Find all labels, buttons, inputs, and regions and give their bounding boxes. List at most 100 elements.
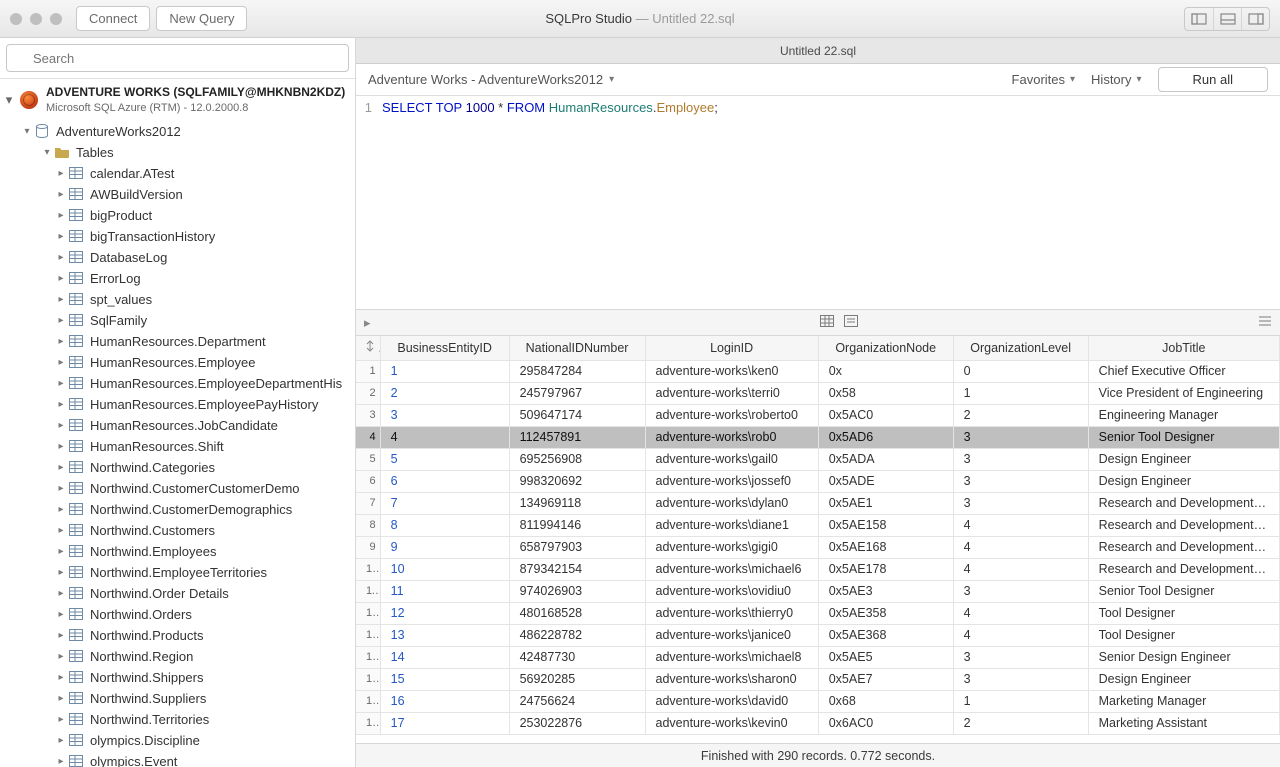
- table-row[interactable]: 161624756624adventure-works\david00x681M…: [356, 690, 1280, 712]
- cell[interactable]: 134969118: [509, 492, 645, 514]
- close-window-icon[interactable]: [10, 13, 22, 25]
- table-row[interactable]: 1212480168528adventure-works\thierry00x5…: [356, 602, 1280, 624]
- table-node[interactable]: ▸bigProduct: [0, 205, 355, 226]
- table-row[interactable]: 55695256908adventure-works\gail00x5ADA3D…: [356, 448, 1280, 470]
- table-node[interactable]: ▸HumanResources.Employee: [0, 352, 355, 373]
- cell[interactable]: 0x5AE158: [818, 514, 953, 536]
- table-row[interactable]: 1010879342154adventure-works\michael60x5…: [356, 558, 1280, 580]
- row-number[interactable]: 1: [356, 360, 380, 382]
- row-number[interactable]: 13: [356, 624, 380, 646]
- cell[interactable]: 4: [380, 426, 509, 448]
- cell[interactable]: 4: [953, 624, 1088, 646]
- table-row[interactable]: 44112457891adventure-works\rob00x5AD63Se…: [356, 426, 1280, 448]
- cell[interactable]: Senior Tool Designer: [1088, 580, 1279, 602]
- cell[interactable]: 17: [380, 712, 509, 734]
- col-header[interactable]: JobTitle: [1088, 336, 1279, 360]
- context-crumb[interactable]: Adventure Works - AdventureWorks2012 ▾: [368, 72, 614, 87]
- cell[interactable]: 2: [953, 712, 1088, 734]
- table-node[interactable]: ▸HumanResources.Department: [0, 331, 355, 352]
- cell[interactable]: adventure-works\kevin0: [645, 712, 818, 734]
- cell[interactable]: 14: [380, 646, 509, 668]
- object-tree[interactable]: ▾ AdventureWorks2012 ▾ Tables: [0, 121, 355, 767]
- layout-segmented[interactable]: [1184, 7, 1270, 31]
- table-row[interactable]: 1717253022876adventure-works\kevin00x6AC…: [356, 712, 1280, 734]
- col-header[interactable]: OrganizationNode: [818, 336, 953, 360]
- table-node[interactable]: ▸spt_values: [0, 289, 355, 310]
- cell[interactable]: adventure-works\michael8: [645, 646, 818, 668]
- table-row[interactable]: 151556920285adventure-works\sharon00x5AE…: [356, 668, 1280, 690]
- cell[interactable]: 3: [953, 668, 1088, 690]
- table-node[interactable]: ▸olympics.Discipline: [0, 730, 355, 751]
- cell[interactable]: 974026903: [509, 580, 645, 602]
- table-node[interactable]: ▸HumanResources.JobCandidate: [0, 415, 355, 436]
- table-node[interactable]: ▸bigTransactionHistory: [0, 226, 355, 247]
- row-number[interactable]: 12: [356, 602, 380, 624]
- cell[interactable]: 16: [380, 690, 509, 712]
- new-query-button[interactable]: New Query: [156, 6, 247, 31]
- row-number[interactable]: 14: [356, 646, 380, 668]
- cell[interactable]: 695256908: [509, 448, 645, 470]
- cell[interactable]: Senior Design Engineer: [1088, 646, 1279, 668]
- table-node[interactable]: ▸Northwind.Orders: [0, 604, 355, 625]
- table-node[interactable]: ▸Northwind.Territories: [0, 709, 355, 730]
- cell[interactable]: Engineering Manager: [1088, 404, 1279, 426]
- cell[interactable]: adventure-works\janice0: [645, 624, 818, 646]
- cell[interactable]: 253022876: [509, 712, 645, 734]
- row-number[interactable]: 10: [356, 558, 380, 580]
- cell[interactable]: 5: [380, 448, 509, 470]
- cell[interactable]: 4: [953, 536, 1088, 558]
- table-node[interactable]: ▸Northwind.Customers: [0, 520, 355, 541]
- table-node[interactable]: ▸calendar.ATest: [0, 163, 355, 184]
- table-row[interactable]: 11295847284adventure-works\ken00x0Chief …: [356, 360, 1280, 382]
- layout-right-icon[interactable]: [1241, 8, 1269, 30]
- cell[interactable]: 3: [953, 448, 1088, 470]
- table-node[interactable]: ▸Northwind.CustomerDemographics: [0, 499, 355, 520]
- table-node[interactable]: ▸Northwind.Categories: [0, 457, 355, 478]
- cell[interactable]: Tool Designer: [1088, 602, 1279, 624]
- cell[interactable]: 4: [953, 558, 1088, 580]
- layout-bottom-icon[interactable]: [1213, 8, 1241, 30]
- cell[interactable]: Design Engineer: [1088, 470, 1279, 492]
- cell[interactable]: adventure-works\thierry0: [645, 602, 818, 624]
- table-node[interactable]: ▸HumanResources.Shift: [0, 436, 355, 457]
- cell[interactable]: Senior Tool Designer: [1088, 426, 1279, 448]
- table-node[interactable]: ▸Northwind.Products: [0, 625, 355, 646]
- search-input[interactable]: [6, 44, 349, 72]
- cell[interactable]: Research and Development Mana: [1088, 492, 1279, 514]
- menu-icon[interactable]: [1258, 315, 1272, 330]
- cell[interactable]: adventure-works\sharon0: [645, 668, 818, 690]
- cell[interactable]: 3: [953, 646, 1088, 668]
- cell[interactable]: adventure-works\dylan0: [645, 492, 818, 514]
- cell[interactable]: 13: [380, 624, 509, 646]
- cell[interactable]: 879342154: [509, 558, 645, 580]
- cell[interactable]: adventure-works\michael6: [645, 558, 818, 580]
- table-node[interactable]: ▸Northwind.Order Details: [0, 583, 355, 604]
- cell[interactable]: 245797967: [509, 382, 645, 404]
- table-row[interactable]: 141442487730adventure-works\michael80x5A…: [356, 646, 1280, 668]
- row-number[interactable]: 16: [356, 690, 380, 712]
- cell[interactable]: 2: [953, 404, 1088, 426]
- play-icon[interactable]: ▸: [364, 315, 371, 331]
- cell[interactable]: 509647174: [509, 404, 645, 426]
- cell[interactable]: adventure-works\gail0: [645, 448, 818, 470]
- cell[interactable]: 2: [380, 382, 509, 404]
- cell[interactable]: Chief Executive Officer: [1088, 360, 1279, 382]
- minimize-window-icon[interactable]: [30, 13, 42, 25]
- cell[interactable]: adventure-works\ken0: [645, 360, 818, 382]
- connect-button[interactable]: Connect: [76, 6, 150, 31]
- table-node[interactable]: ▸DatabaseLog: [0, 247, 355, 268]
- cell[interactable]: Research and Development Mana: [1088, 558, 1279, 580]
- cell[interactable]: 24756624: [509, 690, 645, 712]
- cell[interactable]: 1: [953, 382, 1088, 404]
- cell[interactable]: Research and Development Engin: [1088, 536, 1279, 558]
- col-header[interactable]: NationalIDNumber: [509, 336, 645, 360]
- cell[interactable]: 0x5AE368: [818, 624, 953, 646]
- cell[interactable]: adventure-works\gigi0: [645, 536, 818, 558]
- cell[interactable]: 56920285: [509, 668, 645, 690]
- database-node[interactable]: ▾ AdventureWorks2012: [0, 121, 355, 142]
- cell[interactable]: 1: [380, 360, 509, 382]
- tab-active[interactable]: Untitled 22.sql: [356, 38, 1280, 63]
- grid-view-icon[interactable]: [820, 315, 834, 330]
- cell[interactable]: Research and Development Engin: [1088, 514, 1279, 536]
- cell[interactable]: 811994146: [509, 514, 645, 536]
